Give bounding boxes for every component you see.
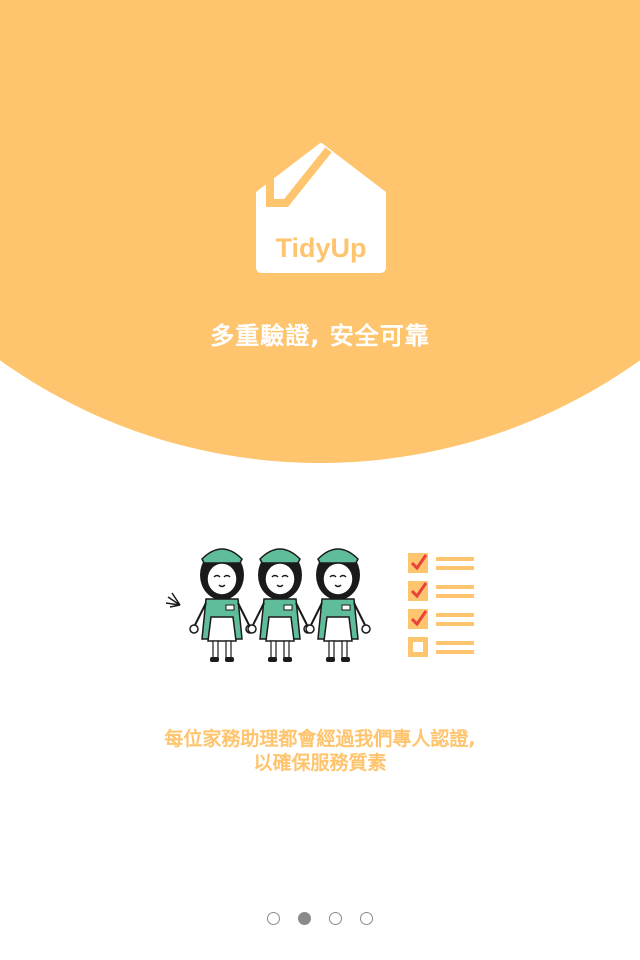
headline: 多重驗證, 安全可靠 <box>210 322 430 350</box>
onboarding-screen: TidyUp 多重驗證, 安全可靠 每位家務助理都會經過我們專人認證, 以確保服… <box>0 0 640 960</box>
housekeeper-icon <box>305 548 371 663</box>
checklist-icon <box>408 553 474 657</box>
page-dot-1[interactable] <box>267 912 280 925</box>
verification-illustration <box>165 548 474 663</box>
housekeeper-icon <box>247 548 313 663</box>
tidyup-logo-icon: TidyUp <box>256 143 386 273</box>
page-dot-2[interactable] <box>298 912 311 925</box>
duster-icon <box>165 592 181 608</box>
page-dot-3[interactable] <box>329 912 342 925</box>
housekeeper-icon <box>189 548 255 663</box>
description-line-1: 每位家務助理都會經過我們專人認證, <box>164 728 476 750</box>
description: 每位家務助理都會經過我們專人認證, 以確保服務質素 <box>0 727 640 775</box>
description-line-2: 以確保服務質素 <box>253 752 387 774</box>
page-dot-4[interactable] <box>360 912 373 925</box>
page-indicator <box>0 912 640 925</box>
logo-text: TidyUp <box>275 233 366 263</box>
